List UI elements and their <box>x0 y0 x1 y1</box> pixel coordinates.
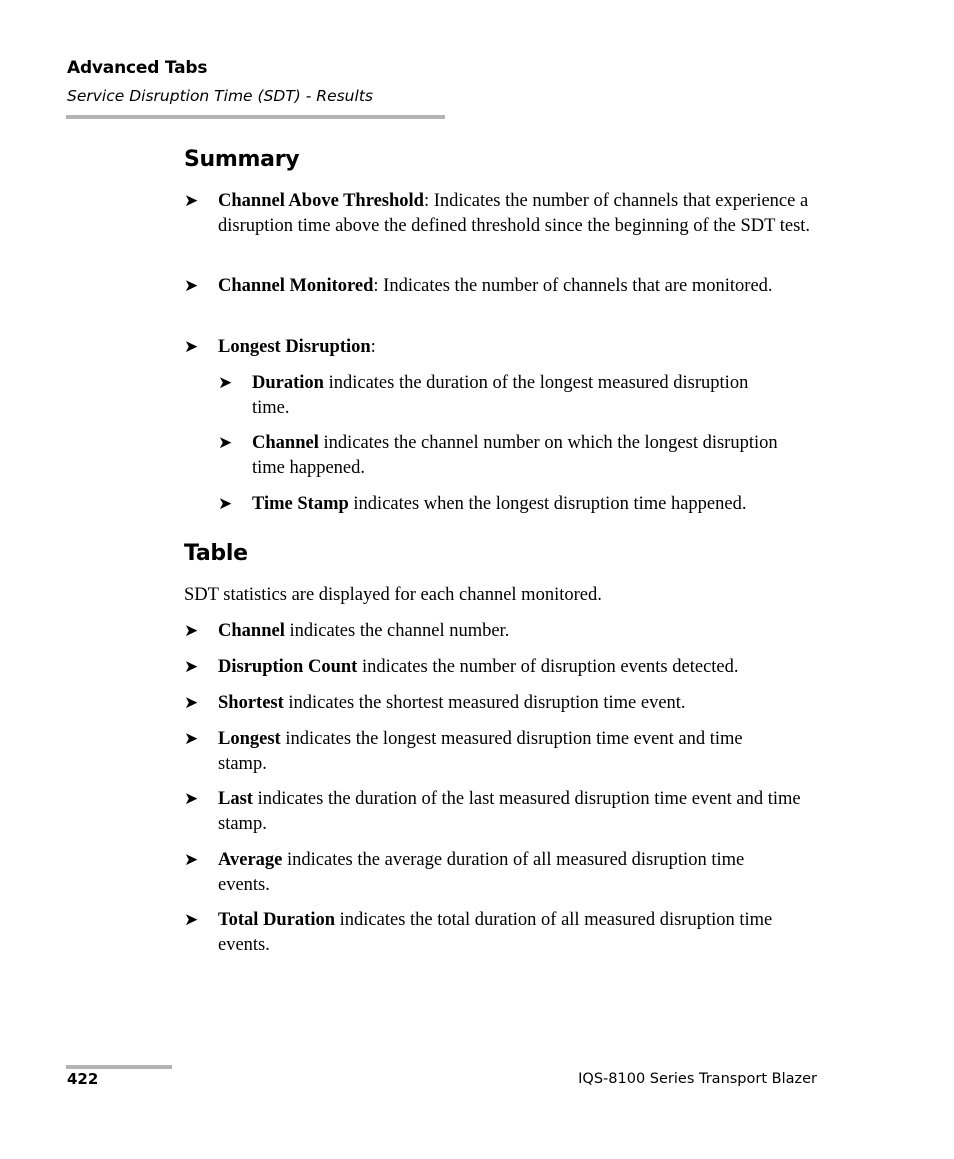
term: Time Stamp <box>252 494 349 514</box>
term: Longest Disruption <box>218 337 371 357</box>
sub-list-item: ➤ Duration indicates the duration of the… <box>218 371 828 420</box>
bullet-arrow-icon: ➤ <box>218 433 233 452</box>
bullet-arrow-icon: ➤ <box>184 729 199 748</box>
description: indicates the duration of the longest me… <box>252 373 749 418</box>
bullet-arrow-icon: ➤ <box>218 494 233 513</box>
list-item: ➤ Shortest indicates the shortest measur… <box>184 691 824 716</box>
term: Average <box>218 850 283 870</box>
description: indicates when the longest disruption ti… <box>348 494 747 514</box>
list-item: ➤ Longest Disruption: <box>184 335 824 360</box>
bullet-arrow-icon: ➤ <box>184 276 199 295</box>
term: Channel Above Threshold <box>218 191 424 211</box>
term: Total Duration <box>218 910 336 930</box>
separator: : <box>370 337 376 357</box>
term: Duration <box>252 373 324 393</box>
description: indicates the channel number. <box>284 621 510 641</box>
description: indicates the duration of the last measu… <box>218 789 801 834</box>
term: Channel <box>218 621 285 641</box>
separator: : <box>423 191 434 211</box>
description: Indicates the number of channels that ar… <box>383 276 773 296</box>
term: Channel Monitored <box>218 276 374 296</box>
bullet-arrow-icon: ➤ <box>218 373 233 392</box>
list-item: ➤ Channel Monitored: Indicates the numbe… <box>184 274 824 299</box>
bullet-arrow-icon: ➤ <box>184 621 199 640</box>
list-item: ➤ Disruption Count indicates the number … <box>184 655 824 680</box>
table-heading: Table <box>184 541 248 566</box>
term: Longest <box>218 729 281 749</box>
summary-heading: Summary <box>184 147 300 172</box>
chapter-title: Advanced Tabs <box>67 58 208 78</box>
description: indicates the number of disruption event… <box>357 657 739 677</box>
term: Disruption Count <box>218 657 358 677</box>
list-item: ➤ Longest indicates the longest measured… <box>184 727 824 776</box>
bullet-arrow-icon: ➤ <box>184 850 199 869</box>
description: indicates the channel number on which th… <box>252 433 778 478</box>
list-item: ➤ Channel indicates the channel number. <box>184 619 824 644</box>
term: Shortest <box>218 693 284 713</box>
list-item: ➤ Average indicates the average duration… <box>184 848 824 897</box>
sub-list-item: ➤ Time Stamp indicates when the longest … <box>218 492 828 517</box>
bullet-arrow-icon: ➤ <box>184 789 199 808</box>
bullet-arrow-icon: ➤ <box>184 337 199 356</box>
list-item: ➤ Total Duration indicates the total dur… <box>184 908 824 957</box>
header-divider <box>66 115 445 119</box>
term: Channel <box>252 433 319 453</box>
list-item: ➤ Last indicates the duration of the las… <box>184 787 824 836</box>
section-subtitle: Service Disruption Time (SDT) - Results <box>67 87 373 105</box>
product-name: IQS-8100 Series Transport Blazer <box>578 1071 817 1087</box>
table-intro: SDT statistics are displayed for each ch… <box>184 585 602 605</box>
description: indicates the average duration of all me… <box>218 850 745 895</box>
term: Last <box>218 789 253 809</box>
bullet-arrow-icon: ➤ <box>184 191 199 210</box>
bullet-arrow-icon: ➤ <box>184 657 199 676</box>
description: indicates the shortest measured disrupti… <box>283 693 686 713</box>
page-number: 422 <box>67 1070 99 1088</box>
sub-list-item: ➤ Channel indicates the channel number o… <box>218 431 828 480</box>
bullet-arrow-icon: ➤ <box>184 910 199 929</box>
footer-divider <box>66 1065 172 1069</box>
bullet-arrow-icon: ➤ <box>184 693 199 712</box>
description: indicates the longest measured disruptio… <box>218 729 743 774</box>
list-item: ➤ Channel Above Threshold: Indicates the… <box>184 189 824 238</box>
separator: : <box>373 276 384 296</box>
